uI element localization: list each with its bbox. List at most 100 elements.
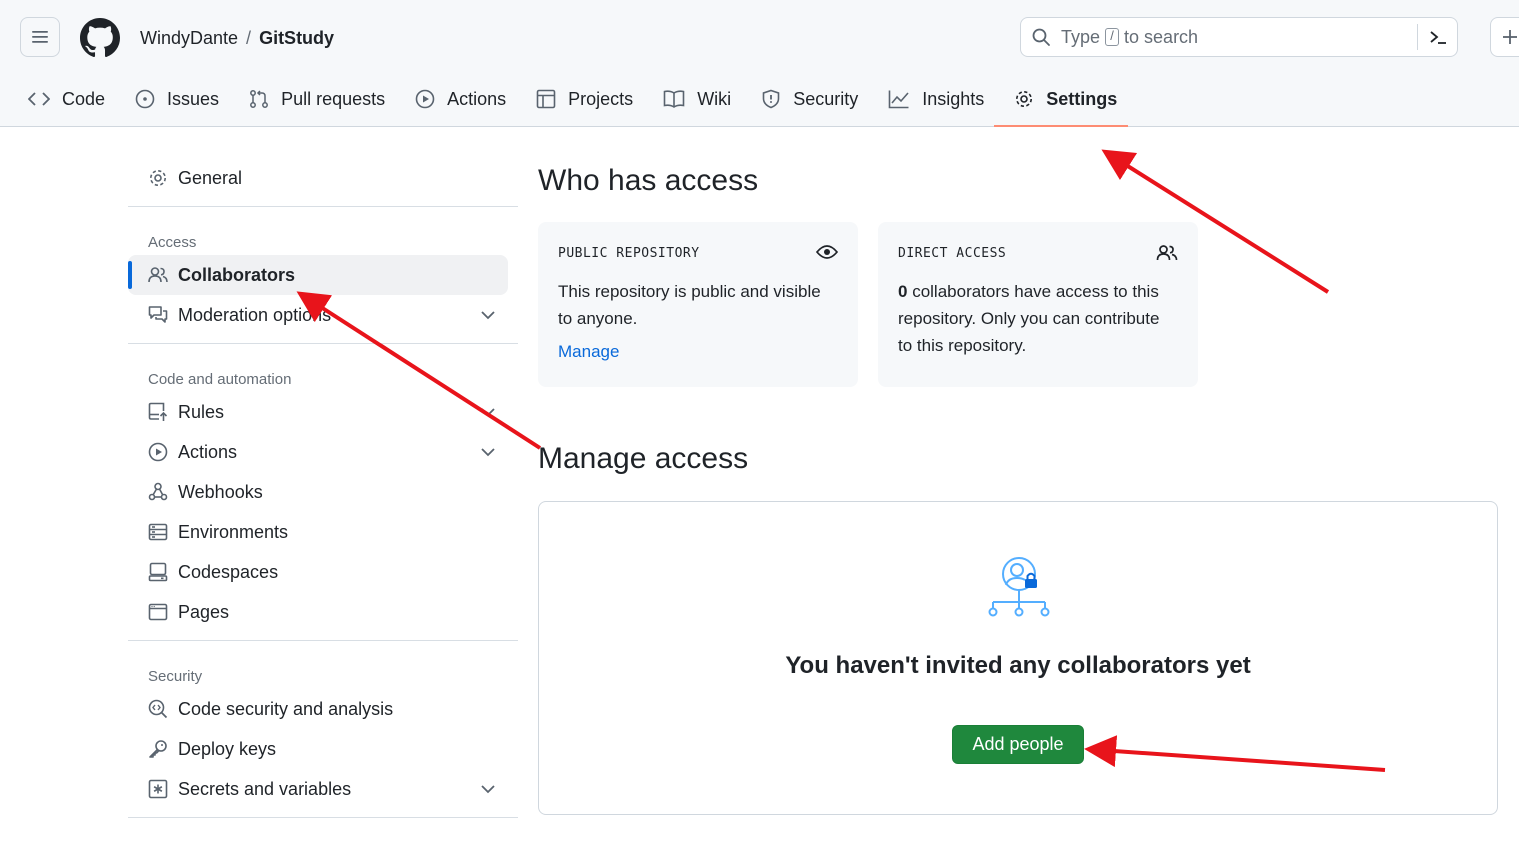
sidebar-item-collaborators[interactable]: Collaborators <box>128 255 508 295</box>
sidebar-heading-security: Security <box>148 668 203 685</box>
table-icon <box>536 89 556 109</box>
comment-discussion-icon <box>148 306 168 323</box>
book-icon <box>663 90 685 108</box>
sidebar-item-label: Pages <box>178 601 230 622</box>
sidebar-item-label: Environments <box>178 521 289 542</box>
sidebar-item-webhooks[interactable]: Webhooks <box>128 472 518 512</box>
sidebar-item-secrets-variables[interactable]: Secrets and variables <box>128 769 518 809</box>
hamburger-menu-button[interactable] <box>20 17 60 57</box>
webhook-icon <box>148 482 168 501</box>
card-description-text: collaborators have access to this reposi… <box>898 282 1160 355</box>
chevron-down-icon[interactable] <box>480 307 496 323</box>
tab-label: Code <box>62 88 106 109</box>
sidebar-item-moderation-options[interactable]: Moderation options <box>128 295 518 335</box>
settings-sidebar: General Access Collaborators Moderation … <box>128 158 518 826</box>
sidebar-item-label: Secrets and variables <box>178 778 352 799</box>
people-icon <box>148 267 168 283</box>
sidebar-item-rules[interactable]: Rules <box>128 392 518 432</box>
tab-code[interactable]: Code <box>28 80 105 118</box>
tab-insights[interactable]: Insights <box>888 80 984 118</box>
sidebar-heading-code-automation: Code and automation <box>148 371 292 388</box>
empty-state-message: You haven't invited any collaborators ye… <box>785 652 1251 679</box>
search-input[interactable]: Type / to search <box>1020 17 1458 57</box>
repo-link[interactable]: GitStudy <box>259 28 334 49</box>
sidebar-item-actions[interactable]: Actions <box>128 432 518 472</box>
tab-label: Settings <box>1046 88 1118 109</box>
search-placeholder-suffix: to search <box>1124 26 1199 47</box>
sidebar-item-label: Code security and analysis <box>178 698 394 719</box>
sidebar-item-label: Collaborators <box>178 264 296 285</box>
create-new-button[interactable] <box>1490 17 1519 57</box>
gear-icon <box>1016 91 1033 107</box>
breadcrumb: WindyDante / GitStudy <box>140 28 334 49</box>
chevron-down-icon[interactable] <box>480 404 496 420</box>
sidebar-item-pages[interactable]: Pages <box>128 592 518 632</box>
chevron-down-icon[interactable] <box>480 781 496 797</box>
sidebar-divider <box>128 817 518 818</box>
tab-label: Issues <box>167 88 220 109</box>
play-icon <box>148 442 168 462</box>
card-label: DIRECT ACCESS <box>898 246 1007 261</box>
graph-icon <box>888 90 909 109</box>
tab-label: Insights <box>922 88 985 109</box>
tab-label: Projects <box>568 88 634 109</box>
tab-settings[interactable]: Settings <box>994 80 1129 127</box>
add-people-button[interactable]: Add people <box>952 725 1084 764</box>
code-icon <box>28 92 50 106</box>
sidebar-item-label: Deploy keys <box>178 738 277 759</box>
server-icon <box>148 523 168 541</box>
sidebar-item-label: Codespaces <box>178 561 279 582</box>
sidebar-divider <box>128 343 518 344</box>
sidebar-item-label: Webhooks <box>178 481 263 502</box>
codespaces-icon <box>148 562 168 582</box>
sidebar-divider <box>128 640 518 641</box>
card-description: This repository is public and visible to… <box>558 282 821 328</box>
search-icon <box>1032 28 1050 46</box>
search-shortcut-key: / <box>1105 28 1120 46</box>
owner-link[interactable]: WindyDante <box>140 28 238 49</box>
sidebar-item-environments[interactable]: Environments <box>128 512 518 552</box>
gear-icon <box>150 170 166 186</box>
sidebar-item-codespaces[interactable]: Codespaces <box>128 552 518 592</box>
sidebar-item-code-security[interactable]: Code security and analysis <box>128 689 518 729</box>
tab-wiki[interactable]: Wiki <box>663 80 731 118</box>
chevron-down-icon[interactable] <box>480 444 496 460</box>
direct-access-card: DIRECT ACCESS 0 collaborators have acces… <box>878 222 1198 387</box>
tab-projects[interactable]: Projects <box>536 80 633 118</box>
collaborators-empty-state: You haven't invited any collaborators ye… <box>538 501 1498 815</box>
manage-visibility-link[interactable]: Manage <box>558 342 838 362</box>
sidebar-item-label: General <box>178 167 243 188</box>
manage-access-title: Manage access <box>538 442 749 475</box>
sidebar-item-label: Actions <box>178 441 238 462</box>
shield-icon <box>762 89 780 109</box>
tab-actions[interactable]: Actions <box>415 80 506 118</box>
people-icon <box>1156 245 1178 261</box>
card-label: PUBLIC REPOSITORY <box>558 246 700 261</box>
command-palette-button[interactable] <box>1417 24 1457 50</box>
github-logo-icon[interactable] <box>80 18 120 58</box>
search-placeholder-prefix: Type <box>1061 26 1101 47</box>
person-lock-network-icon <box>988 557 1050 617</box>
public-repository-card: PUBLIC REPOSITORY This repository is pub… <box>538 222 858 387</box>
repo-tabs: Code Issues Pull requests Actions Projec… <box>28 80 1147 127</box>
page-title: Who has access <box>538 164 759 197</box>
hamburger-icon <box>32 31 48 43</box>
tab-pull-requests[interactable]: Pull requests <box>249 80 385 118</box>
app-header: WindyDante / GitStudy Type / to search C… <box>0 0 1519 127</box>
tab-security[interactable]: Security <box>761 80 858 118</box>
plus-icon <box>1503 30 1517 44</box>
tab-label: Security <box>793 88 859 109</box>
git-pull-request-icon <box>250 90 269 108</box>
tab-issues[interactable]: Issues <box>135 80 219 118</box>
tab-label: Pull requests <box>281 88 386 109</box>
tab-label: Wiki <box>697 88 732 109</box>
sidebar-divider <box>128 206 518 207</box>
card-description: 0 collaborators have access to this repo… <box>898 278 1178 359</box>
sidebar-item-deploy-keys[interactable]: Deploy keys <box>128 729 518 769</box>
browser-icon <box>148 603 168 621</box>
sidebar-heading-access: Access <box>148 234 197 251</box>
key-icon <box>149 740 167 758</box>
repo-push-icon <box>148 402 168 421</box>
codescan-icon <box>148 699 168 719</box>
sidebar-item-general[interactable]: General <box>128 158 518 198</box>
